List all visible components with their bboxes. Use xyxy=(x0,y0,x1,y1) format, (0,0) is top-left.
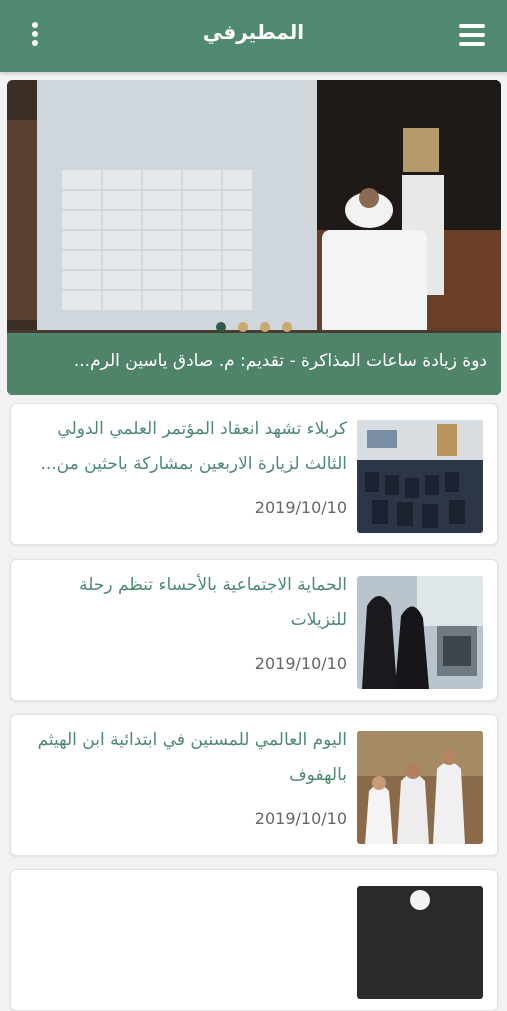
hamburger-menu-icon[interactable] xyxy=(459,24,485,46)
slider-dot[interactable] xyxy=(260,322,270,332)
news-headline: اليوم العالمي للمسنين في ابتدائية ابن ال… xyxy=(37,730,347,785)
news-date: 2019/10/10 xyxy=(254,498,347,517)
app-bar: المطيرفي xyxy=(0,0,507,72)
news-thumbnail xyxy=(357,576,483,689)
featured-slider[interactable]: دوة زيادة ساعات المذاكرة - تقديم: م. صاد… xyxy=(7,80,501,395)
app-title: المطيرفي xyxy=(202,20,305,44)
slider-pagination xyxy=(7,322,501,332)
news-thumbnail xyxy=(357,886,483,999)
slider-dot[interactable] xyxy=(238,322,248,332)
slider-dot[interactable] xyxy=(282,322,292,332)
news-headline xyxy=(19,878,347,950)
news-card[interactable] xyxy=(10,869,498,1011)
slide-caption-bar: دوة زيادة ساعات المذاكرة - تقديم: م. صاد… xyxy=(7,333,501,395)
news-thumbnail xyxy=(357,731,483,844)
slider-dot[interactable] xyxy=(216,322,226,332)
news-card[interactable]: كربلاء تشهد انعقاد المؤتمر العلمي الدولي… xyxy=(10,403,498,545)
slide-caption[interactable]: دوة زيادة ساعات المذاكرة - تقديم: م. صاد… xyxy=(17,351,487,371)
news-date: 2019/10/10 xyxy=(254,654,347,673)
news-card[interactable]: اليوم العالمي للمسنين في ابتدائية ابن ال… xyxy=(10,714,498,856)
news-thumbnail xyxy=(357,420,483,533)
news-card[interactable]: الحماية الاجتماعية بالأحساء تنظم رحلة لل… xyxy=(10,559,498,701)
news-headline: الحماية الاجتماعية بالأحساء تنظم رحلة لل… xyxy=(79,575,347,630)
news-date: 2019/10/10 xyxy=(254,809,347,828)
news-headline: كربلاء تشهد انعقاد المؤتمر العلمي الدولي… xyxy=(40,419,347,474)
